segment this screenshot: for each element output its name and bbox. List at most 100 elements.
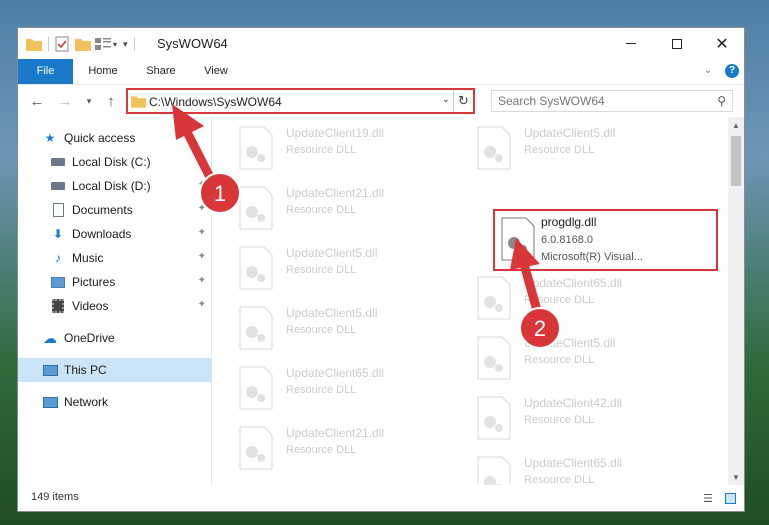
file-tile[interactable]: UpdateClient5.dll Resource DLL — [466, 120, 696, 178]
file-name: UpdateClient5.dll — [524, 336, 616, 350]
pin-icon[interactable]: ✦ — [198, 251, 206, 262]
sidebar-item-onedrive[interactable]: ☁ OneDrive — [18, 326, 212, 350]
video-icon — [50, 298, 66, 314]
chevron-down-icon[interactable]: ▾ — [113, 40, 117, 49]
sidebar-item-label: OneDrive — [64, 331, 115, 345]
tab-share[interactable]: Share — [136, 59, 186, 84]
expand-ribbon-icon[interactable]: ⌄ — [704, 65, 712, 76]
dll-file-icon — [477, 336, 511, 380]
sidebar-item-music[interactable]: ♪ Music ✦ — [18, 246, 212, 270]
file-list: UpdateClient19.dll Resource DLL UpdateCl… — [213, 117, 728, 485]
file-tile[interactable]: UpdateClient5.dll Resource DLL — [228, 240, 458, 298]
folder-icon[interactable] — [26, 37, 42, 51]
tab-file[interactable]: File — [18, 59, 73, 84]
file-tile[interactable]: UpdateClient42.dll Resource DLL — [466, 390, 696, 448]
customize-toolbar-icon[interactable]: ▾ — [123, 39, 128, 50]
file-name: UpdateClient19.dll — [286, 126, 385, 140]
sidebar-item-pictures[interactable]: Pictures ✦ — [18, 270, 212, 294]
pin-icon[interactable]: ✦ — [198, 203, 206, 214]
search-input[interactable] — [492, 91, 702, 111]
dll-file-icon — [477, 396, 511, 440]
sidebar-item-label: Quick access — [64, 131, 136, 145]
scroll-down-icon[interactable]: ▼ — [728, 469, 744, 485]
help-icon[interactable]: ? — [725, 64, 739, 78]
sidebar-item-label: Local Disk (D:) — [72, 179, 151, 193]
tiles-view-icon — [724, 492, 736, 504]
refresh-button[interactable]: ↻ — [453, 90, 473, 112]
scroll-thumb[interactable] — [731, 136, 741, 186]
up-arrow-icon: ↑ — [107, 92, 115, 110]
sidebar-item-local-disk-c[interactable]: Local Disk (C:) ✦ — [18, 150, 212, 174]
pin-icon[interactable]: ✦ — [198, 179, 206, 190]
properties-icon[interactable] — [55, 36, 69, 52]
sidebar-item-label: Local Disk (C:) — [72, 155, 151, 169]
file-tile[interactable]: UpdateClient5.dll Resource DLL — [466, 330, 696, 388]
file-name: UpdateClient65.dll — [524, 456, 623, 470]
dll-file-icon — [501, 217, 535, 261]
file-tile[interactable]: UpdateClient5.dll Resource DLL — [228, 300, 458, 358]
tab-view[interactable]: View — [193, 59, 239, 84]
dll-file-icon — [239, 426, 273, 470]
document-icon — [50, 202, 66, 218]
file-tile[interactable]: UpdateClient19.dll Resource DLL — [228, 120, 458, 178]
file-tile[interactable]: UpdateClient21.dll Resource DLL — [228, 180, 458, 238]
file-type: Resource DLL — [286, 204, 357, 216]
file-tile[interactable]: UpdateClient65.dll Resource DLL — [466, 450, 696, 485]
scroll-up-icon[interactable]: ▲ — [728, 117, 744, 133]
address-path[interactable]: C:\Windows\SysWOW64 — [149, 95, 282, 109]
file-type: Resource DLL — [524, 474, 595, 485]
file-type: Resource DLL — [286, 324, 357, 336]
download-icon: ⬇ — [52, 227, 64, 241]
sidebar-item-quick-access[interactable]: ★ Quick access — [18, 126, 212, 150]
file-tile[interactable]: UpdateClient65.dll Resource DLL — [466, 270, 696, 328]
tab-home[interactable]: Home — [78, 59, 128, 84]
sidebar-item-documents[interactable]: Documents ✦ — [18, 198, 212, 222]
star-icon: ★ — [44, 131, 56, 145]
file-name: UpdateClient21.dll — [286, 186, 385, 200]
back-arrow-icon: ← — [29, 92, 45, 110]
maximize-button[interactable] — [654, 28, 700, 59]
new-folder-icon[interactable] — [75, 37, 91, 51]
forward-button[interactable]: → — [54, 90, 76, 112]
sidebar-item-network[interactable]: Network — [18, 390, 212, 414]
up-button[interactable]: ↑ — [100, 90, 122, 112]
pin-icon[interactable]: ✦ — [198, 227, 206, 238]
search-box[interactable]: ⚲ — [491, 90, 733, 112]
file-type: Resource DLL — [286, 264, 357, 276]
file-description: Microsoft(R) Visual... — [541, 251, 643, 263]
dll-file-icon — [239, 306, 273, 350]
selected-file-tile[interactable]: progdlg.dll 6.0.8168.0 Microsoft(R) Visu… — [493, 209, 718, 271]
pin-icon[interactable]: ✦ — [198, 275, 206, 286]
file-name: UpdateClient5.dll — [286, 246, 378, 260]
close-button[interactable]: ✕ — [699, 28, 744, 59]
sidebar-item-local-disk-d[interactable]: Local Disk (D:) ✦ — [18, 174, 212, 198]
sidebar-item-this-pc[interactable]: This PC — [18, 358, 212, 382]
ribbon: File Home Share View ⌄ ? — [18, 59, 744, 85]
cloud-icon: ☁ — [43, 329, 57, 346]
back-button[interactable]: ← — [26, 90, 48, 112]
file-name: UpdateClient21.dll — [286, 426, 385, 440]
sidebar-item-videos[interactable]: Videos ✦ — [18, 294, 212, 318]
file-name: UpdateClient5.dll — [524, 126, 616, 140]
address-bar[interactable]: C:\Windows\SysWOW64 ⌄ ↻ — [126, 88, 475, 114]
pin-icon[interactable]: ✦ — [198, 299, 206, 310]
search-icon[interactable]: ⚲ — [717, 94, 726, 108]
recent-locations-button[interactable]: ▾ — [78, 90, 100, 112]
details-view-button[interactable]: ☰ — [700, 490, 716, 506]
file-tile[interactable]: UpdateClient21.dll Resource DLL — [228, 420, 458, 478]
toolbar-divider — [48, 37, 49, 51]
large-icons-view-button[interactable] — [722, 490, 738, 506]
minimize-button[interactable] — [608, 28, 654, 59]
sidebar-item-label: Downloads — [72, 227, 132, 241]
view-options-icon[interactable] — [95, 37, 111, 51]
address-dropdown-icon[interactable]: ⌄ — [442, 94, 450, 105]
file-version: 6.0.8168.0 — [541, 234, 593, 246]
title-bar: ▾ ▾ SysWOW64 ✕ — [18, 28, 744, 59]
vertical-scrollbar[interactable]: ▲ ▼ — [728, 117, 744, 485]
sidebar-item-downloads[interactable]: ⬇ Downloads ✦ — [18, 222, 212, 246]
pin-icon[interactable]: ✦ — [198, 155, 206, 166]
file-tile[interactable]: UpdateClient65.dll Resource DLL — [228, 360, 458, 418]
file-name: UpdateClient5.dll — [286, 306, 378, 320]
file-name: UpdateClient42.dll — [524, 396, 623, 410]
file-name: UpdateClient65.dll — [286, 366, 385, 380]
